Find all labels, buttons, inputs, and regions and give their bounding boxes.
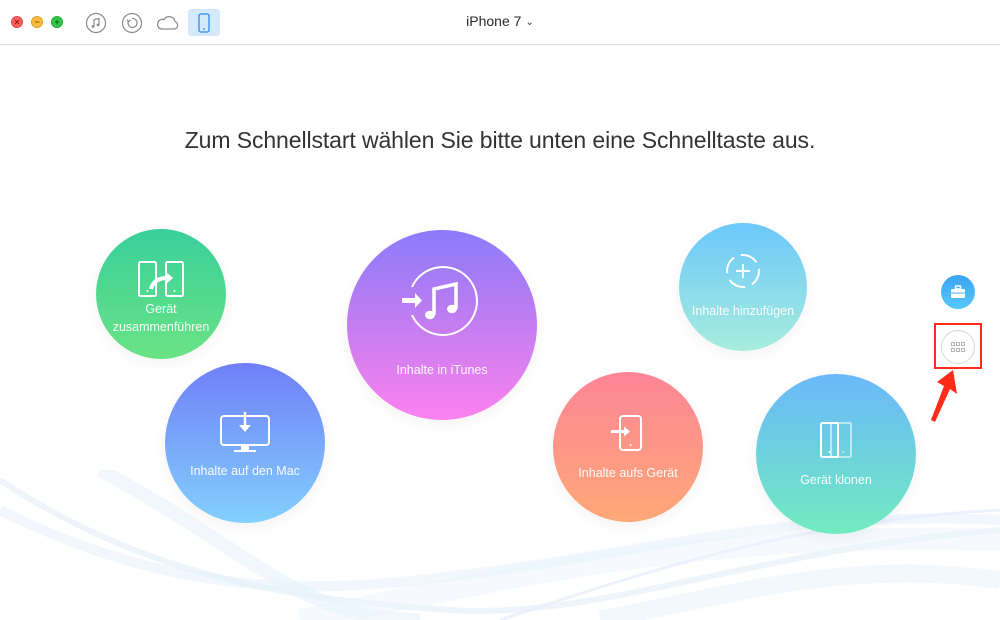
clone-device-button[interactable]: Gerät klonen: [756, 374, 916, 534]
add-content-button[interactable]: Inhalte hinzufügen: [679, 223, 807, 351]
highlight-box: [934, 323, 982, 369]
itunes-import-icon: [402, 265, 478, 336]
export-to-itunes-button[interactable]: Inhalte in iTunes: [347, 230, 537, 420]
export-to-mac-label: Inhalte auf den Mac: [190, 463, 300, 478]
add-content-icon: [726, 253, 760, 288]
merge-devices-label: Gerät zusammenführen: [113, 300, 210, 336]
merge-devices-icon: [138, 260, 184, 297]
chevron-down-icon: ⌄: [525, 17, 534, 28]
device-name: iPhone 7: [466, 13, 522, 29]
clone-device-icon: [820, 421, 852, 458]
clone-device-label: Gerät klonen: [800, 472, 872, 487]
page-title: Zum Schnellstart wählen Sie bitte unten …: [184, 127, 816, 153]
merge-label-line2: zusammenführen: [112, 320, 210, 334]
device-selector[interactable]: iPhone 7 ⌄: [0, 13, 1000, 29]
toolbox-icon: [951, 285, 965, 298]
toolbox-button[interactable]: [941, 275, 975, 309]
export-to-device-label: Inhalte aufs Gerät: [578, 465, 678, 480]
title-bar: × − + iPhone 7 ⌄: [0, 0, 1000, 45]
red-arrow-annotation: [931, 370, 957, 422]
merge-devices-button[interactable]: Gerät zusammenführen: [96, 229, 226, 359]
add-content-label: Inhalte hinzufügen: [691, 303, 795, 318]
export-to-device-button[interactable]: Inhalte aufs Gerät: [553, 372, 703, 522]
monitor-download-icon: [220, 411, 270, 452]
export-to-itunes-label: Inhalte in iTunes: [396, 362, 488, 377]
export-to-mac-button[interactable]: Inhalte auf den Mac: [165, 363, 325, 523]
merge-label-line1: Gerät: [145, 301, 177, 316]
phone-import-icon: [611, 414, 642, 451]
